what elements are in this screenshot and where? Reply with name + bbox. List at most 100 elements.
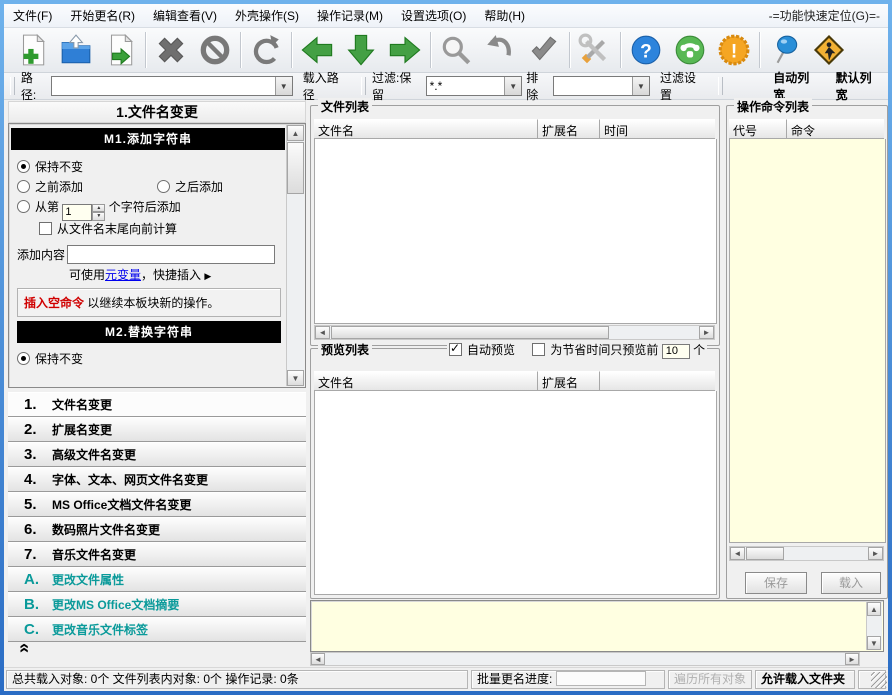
filter-dropdown-icon[interactable]: ▼ (504, 77, 521, 95)
default-column-width-button[interactable]: 默认列宽 (830, 66, 888, 106)
filter-value[interactable]: *.* (427, 77, 505, 95)
position-input[interactable] (62, 204, 92, 221)
menu-file[interactable]: 文件(F) (4, 5, 61, 27)
collapse-menu-button[interactable]: « (8, 635, 306, 660)
col-command[interactable]: 命令 (787, 119, 884, 139)
col-filename[interactable]: 文件名 (314, 371, 538, 391)
col-filename[interactable]: 文件名 (314, 119, 538, 139)
menu-options[interactable]: 设置选项(O) (392, 5, 475, 27)
command-list-hscrollbar[interactable]: ◄ ► (729, 546, 884, 561)
spin-up-icon[interactable]: ▲ (92, 204, 105, 213)
arrow-down-button[interactable] (339, 30, 383, 70)
menu-help[interactable]: 帮助(H) (475, 5, 534, 27)
help-button[interactable]: ? (624, 30, 668, 70)
add-file-button[interactable] (10, 30, 54, 70)
undo-button[interactable] (478, 30, 522, 70)
module-item-5[interactable]: 5.MS Office文档文件名变更 (8, 492, 306, 517)
command-list-body[interactable] (729, 139, 886, 543)
path-value[interactable] (52, 77, 274, 95)
radio-m2-keep-icon[interactable] (17, 352, 30, 365)
menu-records[interactable]: 操作记录(M) (308, 5, 392, 27)
delete-button[interactable] (149, 30, 193, 70)
file-list-body[interactable] (314, 139, 717, 324)
pin-button[interactable] (763, 30, 807, 70)
load-file-button[interactable] (98, 30, 142, 70)
module-item-6[interactable]: 6.数码照片文件名变更 (8, 517, 306, 542)
block-button[interactable] (193, 30, 237, 70)
exclude-combobox[interactable]: ▼ (553, 76, 650, 96)
save-commands-button[interactable]: 保存 (745, 572, 807, 594)
module-item-A[interactable]: A.更改文件属性 (8, 567, 306, 592)
arrow-right-button[interactable] (383, 30, 427, 70)
insert-empty-command-link[interactable]: 插入空命令 (24, 296, 84, 310)
scroll-down-icon[interactable]: ▼ (867, 636, 881, 650)
tools-button[interactable] (573, 30, 617, 70)
module-item-B[interactable]: B.更改MS Office文档摘要 (8, 592, 306, 617)
message-vscrollbar[interactable]: ▲ ▼ (866, 602, 882, 650)
filter-combobox[interactable]: *.* ▼ (426, 76, 523, 96)
open-folder-button[interactable] (54, 30, 98, 70)
scroll-thumb[interactable] (746, 547, 784, 560)
quick-locate-label[interactable]: -=功能快速定位(G)=- (769, 7, 888, 24)
module-item-7[interactable]: 7.音乐文件名变更 (8, 542, 306, 567)
auto-preview-checkbox[interactable]: 自动预览 (449, 343, 515, 357)
scroll-thumb[interactable] (287, 142, 304, 194)
path-dropdown-icon[interactable]: ▼ (275, 77, 292, 95)
col-code[interactable]: 代号 (729, 119, 787, 139)
checkbox-reverse-icon[interactable] (39, 222, 52, 235)
message-hscrollbar[interactable]: ◄ ► (310, 652, 860, 666)
radio-before-icon[interactable] (17, 180, 30, 193)
col-extension[interactable]: 扩展名 (538, 371, 600, 391)
scroll-right-icon[interactable]: ► (845, 653, 859, 665)
scroll-up-icon[interactable]: ▲ (867, 602, 881, 616)
meta-variable-link[interactable]: 元变量 (105, 268, 141, 282)
checkbox-reverse-row[interactable]: 从文件名末尾向前计算 (17, 220, 281, 242)
status-traverse-toggle[interactable]: 遍历所有对象 (668, 670, 752, 689)
module-item-1[interactable]: 1.文件名变更 (8, 392, 306, 417)
contact-button[interactable] (668, 30, 712, 70)
position-stepper[interactable]: ▲▼ (62, 204, 105, 221)
menu-edit-view[interactable]: 编辑查看(V) (144, 5, 226, 27)
scroll-left-icon[interactable]: ◄ (311, 653, 325, 665)
radio-keep-icon[interactable] (17, 160, 30, 173)
path-combobox[interactable]: ▼ (51, 76, 292, 96)
panel-scrollbar[interactable]: ▲ ▼ (286, 125, 304, 386)
limit-preview-checkbox[interactable]: 为节省时间只预览前 (532, 343, 658, 357)
col-time[interactable]: 时间 (600, 119, 715, 139)
radio-after-icon[interactable] (157, 180, 170, 193)
module-item-3[interactable]: 3.高级文件名变更 (8, 442, 306, 467)
radio-before-row[interactable]: 之前添加 (17, 178, 157, 198)
exclude-dropdown-icon[interactable]: ▼ (632, 77, 649, 95)
about-button[interactable]: ! (712, 30, 756, 70)
add-content-input[interactable] (67, 245, 275, 264)
col-blank[interactable] (600, 371, 715, 391)
radio-after-row[interactable]: 之后添加 (157, 178, 223, 198)
scroll-left-icon[interactable]: ◄ (730, 547, 745, 560)
refresh-button[interactable] (244, 30, 288, 70)
module-item-4[interactable]: 4.字体、文本、网页文件名变更 (8, 467, 306, 492)
menu-rename[interactable]: 开始更名(R) (61, 5, 144, 27)
scroll-thumb[interactable] (331, 326, 609, 339)
file-list-hscrollbar[interactable]: ◄ ► (314, 325, 715, 340)
scroll-left-icon[interactable]: ◄ (315, 326, 330, 339)
apply-button[interactable] (522, 30, 566, 70)
exclude-value[interactable] (554, 77, 632, 95)
module-item-2[interactable]: 2.扩展名变更 (8, 417, 306, 442)
limit-preview-check-icon[interactable] (532, 343, 545, 356)
radio-position-row[interactable]: 从第 ▲▼ 个字符后添加 (17, 198, 281, 220)
filter-settings-button[interactable]: 过滤设置 (654, 66, 712, 106)
radio-keep-row[interactable]: 保持不变 (17, 158, 281, 178)
message-box[interactable]: ▲ ▼ (310, 600, 884, 652)
quick-insert-arrow-icon[interactable]: ▶ (204, 271, 211, 281)
scroll-right-icon[interactable]: ► (699, 326, 714, 339)
limit-count-input[interactable] (662, 344, 690, 359)
preview-list-body[interactable] (314, 391, 717, 595)
arrow-left-button[interactable] (295, 30, 339, 70)
col-extension[interactable]: 扩展名 (538, 119, 600, 139)
auto-preview-check-icon[interactable] (449, 343, 462, 356)
scroll-right-icon[interactable]: ► (868, 547, 883, 560)
scroll-up-icon[interactable]: ▲ (287, 125, 304, 141)
search-button[interactable] (434, 30, 478, 70)
resize-grip[interactable] (871, 672, 887, 688)
radio-m2-keep-row[interactable]: 保持不变 (17, 343, 281, 372)
